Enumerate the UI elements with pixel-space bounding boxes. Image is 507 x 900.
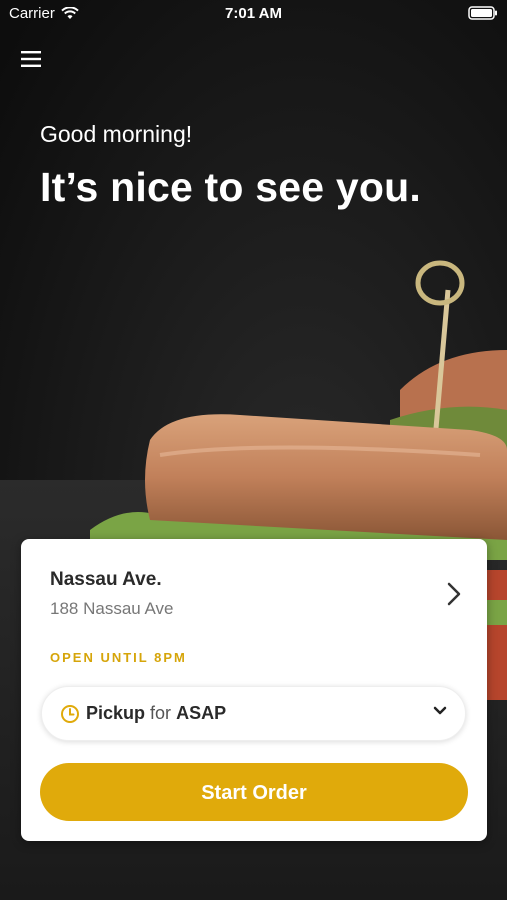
clock-time: 7:01 AM: [225, 5, 282, 22]
battery-icon: [468, 6, 498, 24]
start-order-button[interactable]: Start Order: [40, 763, 468, 821]
order-card: Nassau Ave. 188 Nassau Ave OPEN UNTIL 8P…: [21, 539, 487, 841]
menu-button[interactable]: [16, 45, 46, 73]
greeting-text: Good morning!: [40, 121, 193, 147]
hamburger-menu-icon: [21, 51, 41, 67]
clock-icon: [61, 704, 79, 723]
store-name: Nassau Ave.: [50, 569, 162, 590]
pickup-label: Pickup for ASAP: [86, 703, 226, 724]
pickup-time-selector[interactable]: Pickup for ASAP: [41, 686, 466, 741]
store-hours-status: OPEN UNTIL 8PM: [50, 650, 187, 665]
welcome-headline: It’s nice to see you.: [40, 164, 421, 210]
chevron-right-icon: [447, 582, 461, 606]
store-address: 188 Nassau Ave: [50, 599, 174, 618]
order-mode-connector: for: [150, 703, 172, 723]
chevron-down-icon: [433, 706, 447, 715]
order-mode: Pickup: [86, 703, 146, 723]
store-selector[interactable]: Nassau Ave. 188 Nassau Ave: [21, 539, 487, 639]
order-time: ASAP: [176, 703, 227, 723]
status-bar: Carrier 7:01 AM: [0, 0, 507, 28]
